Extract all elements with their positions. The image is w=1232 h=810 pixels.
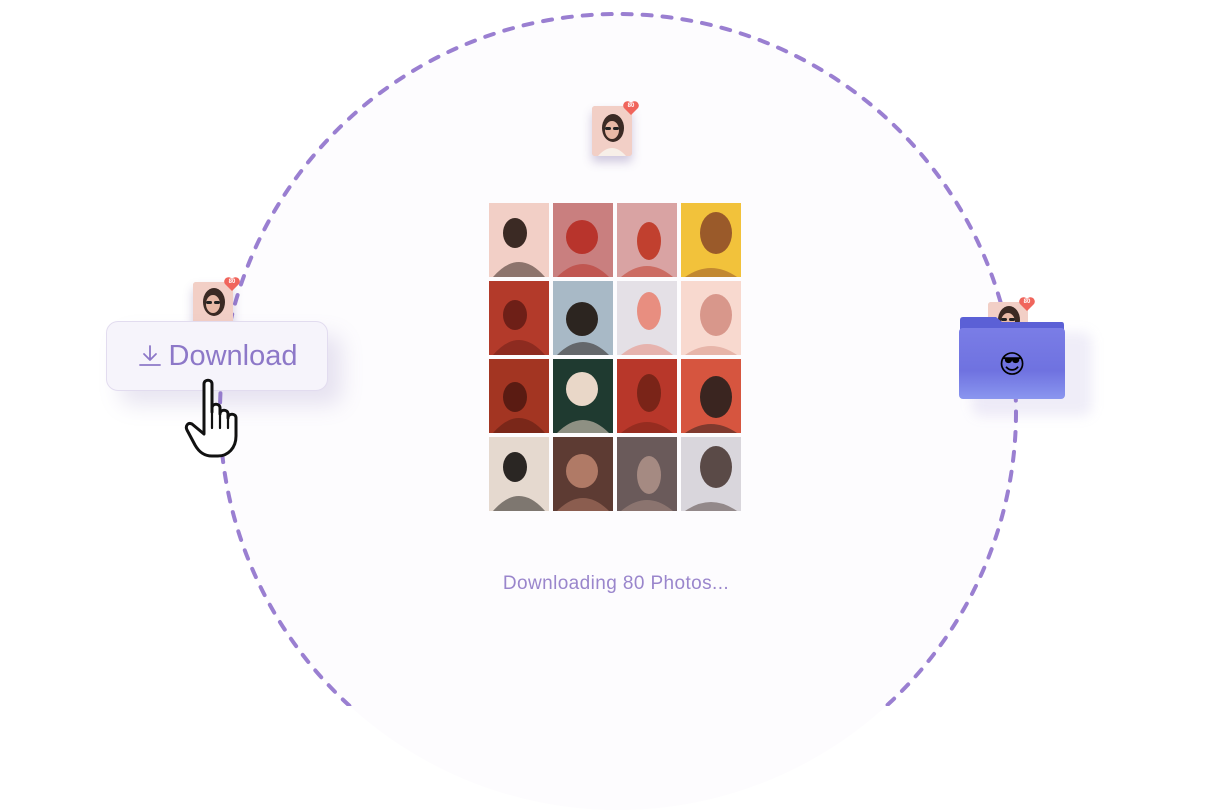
photo-thumbnail-top: 80 <box>592 101 639 156</box>
badge-count: 80 <box>1023 299 1031 305</box>
photo-tile-still-life-yellow <box>681 203 741 277</box>
download-arrow-icon <box>138 345 161 366</box>
photo-tile-man-white <box>681 437 741 511</box>
badge-count: 80 <box>627 103 635 109</box>
folder-emoji: 😎 <box>998 349 1026 379</box>
download-button-label: Download <box>168 339 298 372</box>
photo-tile-flower-bouquet <box>617 203 677 277</box>
photo-tile-pink-plume <box>617 281 677 355</box>
heart-icon: 80 <box>223 276 241 292</box>
photo-tile-arm-red <box>489 359 549 433</box>
heart-icon: 80 <box>1018 296 1036 312</box>
photo-grid <box>489 203 741 511</box>
photo-tile-bracelets <box>617 359 677 433</box>
photo-tile-sunglasses <box>489 437 549 511</box>
photo-tile-woman-red <box>681 359 741 433</box>
photo-thumbnail-left: 80 <box>193 277 240 324</box>
hand-pointer-icon <box>184 378 238 458</box>
photo-tile-flower-face <box>553 203 613 277</box>
photo-tile-face-close <box>617 437 677 511</box>
badge-count: 80 <box>228 279 236 285</box>
photo-tile-hand-lily <box>553 359 613 433</box>
heart-icon: 80 <box>622 100 640 116</box>
download-status-text: Downloading 80 Photos... <box>502 573 730 594</box>
photo-tile-face-dark <box>553 437 613 511</box>
photo-tile-man-sky <box>553 281 613 355</box>
photo-tile-butterfly <box>681 281 741 355</box>
photo-tile-bridge-red <box>489 281 549 355</box>
photo-tile-portrait-glasses <box>489 203 549 277</box>
